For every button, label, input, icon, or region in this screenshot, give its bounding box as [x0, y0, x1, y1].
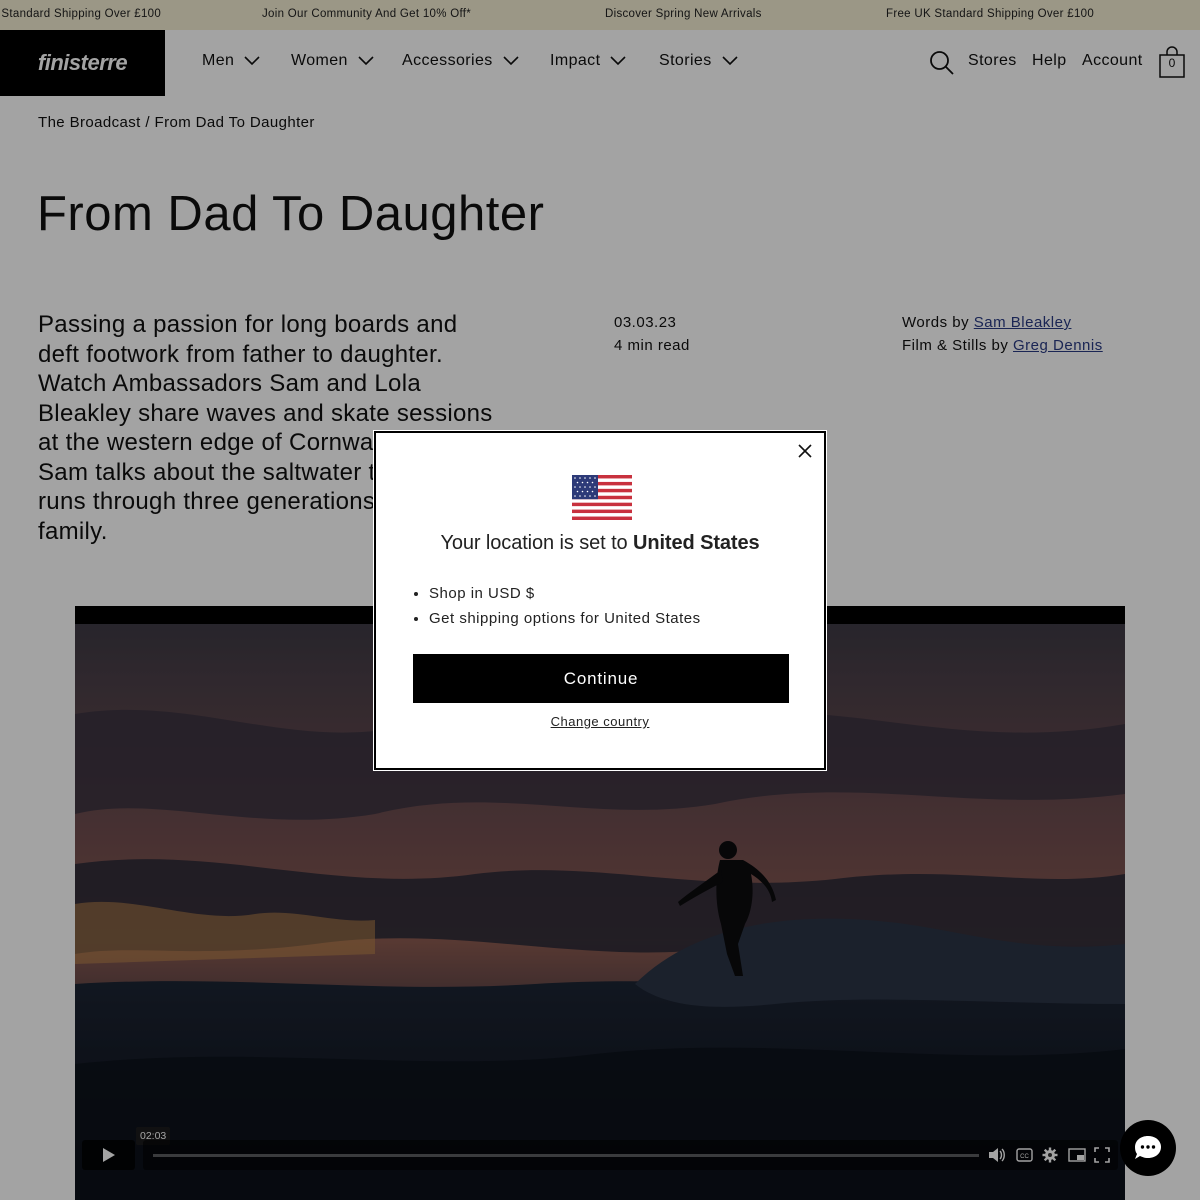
- us-flag-icon: [572, 475, 632, 520]
- close-icon[interactable]: [795, 441, 815, 461]
- selected-country: United States: [633, 532, 760, 554]
- continue-button[interactable]: Continue: [413, 654, 789, 703]
- change-country-link[interactable]: Change country: [376, 714, 824, 729]
- list-item: Get shipping options for United States: [429, 606, 701, 631]
- list-item: Shop in USD $: [429, 581, 701, 606]
- modal-heading: Your location is set to United States: [376, 532, 824, 555]
- location-modal: Your location is set to United States Sh…: [374, 431, 826, 770]
- modal-heading-prefix: Your location is set to: [440, 532, 628, 554]
- modal-benefits-list: Shop in USD $ Get shipping options for U…: [429, 581, 701, 631]
- chat-button[interactable]: [1120, 1120, 1176, 1176]
- chat-bubble-icon: [1135, 1136, 1161, 1159]
